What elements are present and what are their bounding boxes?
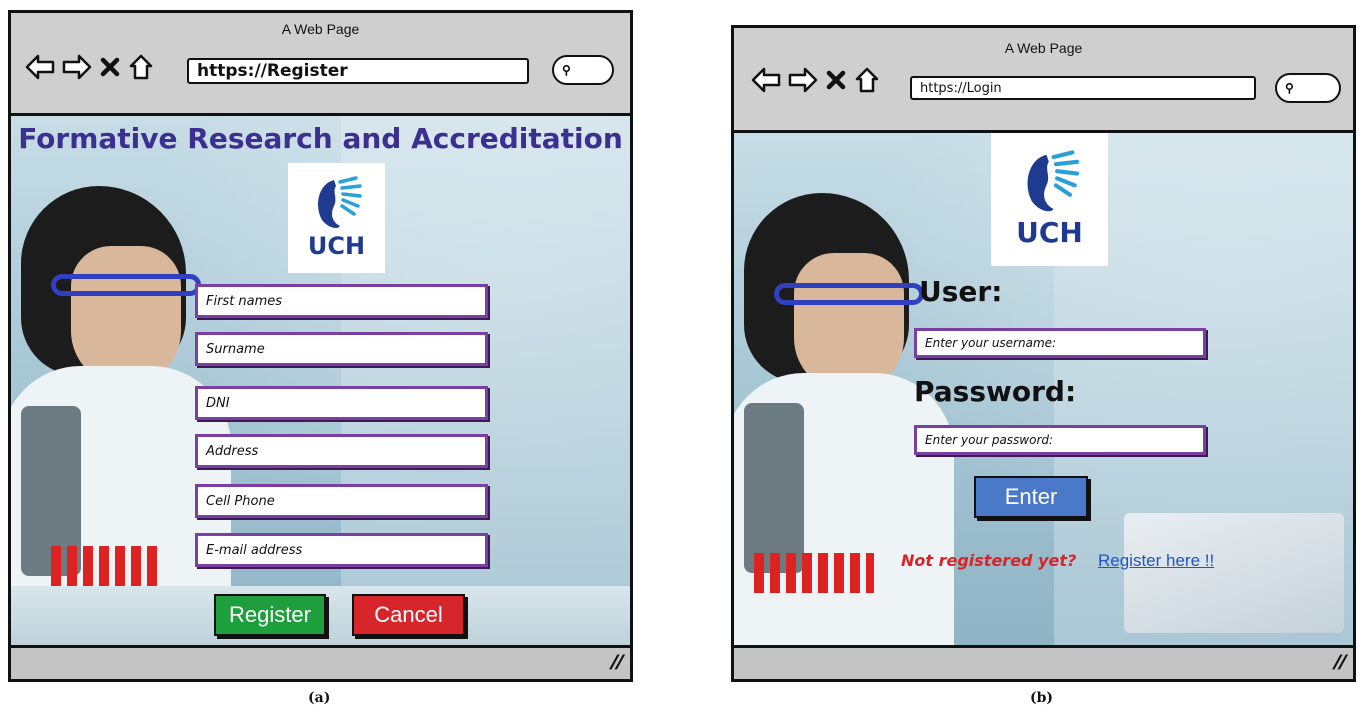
login-title-bar: A Web Page https://Login ⚲ <box>734 28 1353 133</box>
login-browser-window: A Web Page https://Login ⚲ UCH User: Ent… <box>731 25 1356 682</box>
surname-field[interactable]: Surname <box>195 332 488 366</box>
uch-logo: UCH <box>991 133 1108 266</box>
logo-text: UCH <box>1016 216 1083 249</box>
email-field[interactable]: E-mail address <box>195 533 488 567</box>
home-icon[interactable] <box>854 66 880 94</box>
forward-arrow-icon[interactable] <box>788 66 818 94</box>
password-field[interactable]: Enter your password: <box>914 425 1206 455</box>
dni-field[interactable]: DNI <box>195 386 488 420</box>
login-content: UCH User: Enter your username: Password:… <box>734 133 1353 645</box>
uch-logo: UCH <box>288 163 385 273</box>
username-field[interactable]: Enter your username: <box>914 328 1206 358</box>
resize-grip-icon[interactable]: // <box>1330 652 1349 675</box>
page-heading: Formative Research and Accreditation <box>18 122 623 155</box>
password-label: Password: <box>914 375 1077 408</box>
cancel-button[interactable]: Cancel <box>352 594 465 636</box>
nav-buttons <box>751 66 880 94</box>
address-bar[interactable]: https://Register <box>187 58 529 84</box>
scientist-face <box>794 253 904 393</box>
scientist-face <box>71 246 181 386</box>
resize-grip-icon[interactable]: // <box>607 652 626 675</box>
close-x-icon[interactable] <box>825 68 847 92</box>
login-status-bar: // <box>734 645 1353 679</box>
close-x-icon[interactable] <box>99 55 121 79</box>
not-registered-text: Not registered yet? <box>901 551 1077 570</box>
register-title-bar: A Web Page https://Register ⚲ <box>11 13 630 116</box>
enter-button[interactable]: Enter <box>974 476 1088 518</box>
microscope <box>744 403 804 573</box>
register-button[interactable]: Register <box>214 594 326 636</box>
back-arrow-icon[interactable] <box>25 53 55 81</box>
register-content: Formative Research and Accreditation UCH… <box>11 116 630 645</box>
uch-logo-icon <box>1027 150 1079 212</box>
window-title: A Web Page <box>1004 40 1083 56</box>
search-icon: ⚲ <box>1285 81 1294 95</box>
caption-a: (a) <box>308 690 331 706</box>
window-title: A Web Page <box>281 21 360 37</box>
back-arrow-icon[interactable] <box>751 66 781 94</box>
nav-buttons <box>25 53 154 81</box>
address-bar[interactable]: https://Login <box>910 76 1256 100</box>
home-icon[interactable] <box>128 53 154 81</box>
user-label: User: <box>919 275 1003 308</box>
register-browser-window: A Web Page https://Register ⚲ Formative … <box>8 10 633 682</box>
register-status-bar: // <box>11 645 630 679</box>
test-tubes <box>754 553 874 593</box>
safety-goggles <box>774 283 924 305</box>
safety-goggles <box>51 274 201 296</box>
logo-text: UCH <box>307 232 366 260</box>
address-field[interactable]: Address <box>195 434 488 468</box>
test-tubes <box>51 546 161 586</box>
search-icon: ⚲ <box>562 63 571 77</box>
laptop <box>1124 513 1344 633</box>
first-names-field[interactable]: First names <box>195 284 488 318</box>
search-button[interactable]: ⚲ <box>552 55 614 85</box>
forward-arrow-icon[interactable] <box>62 53 92 81</box>
search-button[interactable]: ⚲ <box>1275 73 1341 103</box>
cell-phone-field[interactable]: Cell Phone <box>195 484 488 518</box>
register-here-link[interactable]: Register here !! <box>1098 551 1214 571</box>
caption-b: (b) <box>1030 690 1054 706</box>
uch-logo-icon <box>317 176 362 228</box>
